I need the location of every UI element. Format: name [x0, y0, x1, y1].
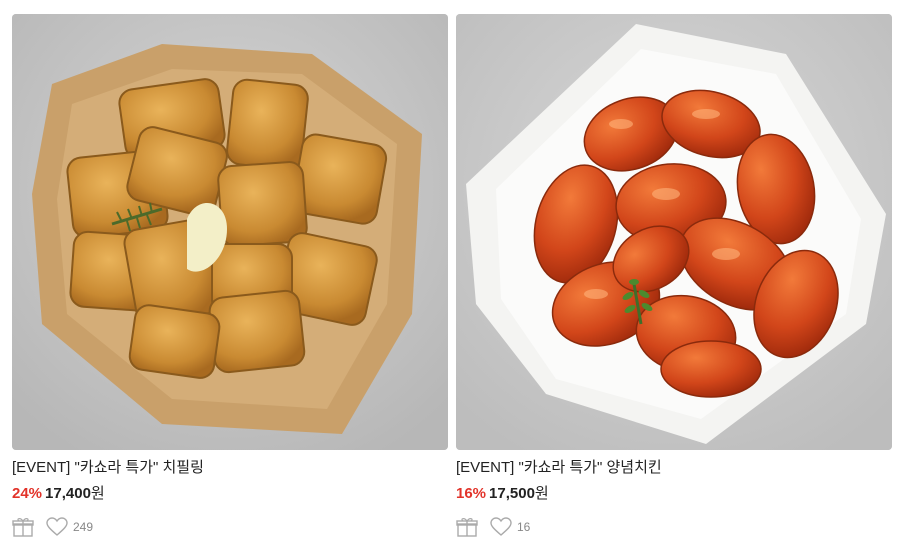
discount-rate: 24% [12, 485, 43, 502]
price-value: 17,500 [489, 485, 535, 502]
price-row: 24% 17,400원 [12, 484, 105, 504]
price-row: 16% 17,500원 [456, 484, 549, 504]
heart-icon[interactable] [46, 517, 68, 537]
product-actions: 249 [12, 516, 93, 538]
like-count: 16 [517, 520, 531, 534]
product-image[interactable] [12, 14, 448, 450]
product-title[interactable]: [EVENT] "카쇼라 특가" 치필링 [12, 459, 204, 477]
heart-icon[interactable] [490, 517, 512, 537]
price-currency: 원 [534, 485, 549, 502]
price-value: 17,400 [45, 485, 91, 502]
product-card[interactable]: [EVENT] "카쇼라 특가" 치필링 24% 17,400원 249 [12, 14, 448, 537]
product-card[interactable]: [EVENT] "카쇼라 특가" 양념치킨 16% 17,500원 16 [456, 14, 892, 537]
price-currency: 원 [90, 485, 105, 502]
fried-cheese-bites-image [12, 14, 448, 450]
like-count: 249 [73, 520, 94, 534]
gift-icon[interactable] [12, 517, 34, 537]
product-image[interactable] [456, 14, 892, 450]
seasoned-chicken-image [456, 14, 892, 450]
discount-rate: 16% [456, 485, 487, 502]
product-actions: 16 [456, 516, 530, 538]
product-grid: [EVENT] "카쇼라 특가" 치필링 24% 17,400원 249 [EV… [12, 14, 892, 537]
product-title[interactable]: [EVENT] "카쇼라 특가" 양념치킨 [456, 459, 662, 477]
gift-icon[interactable] [456, 517, 478, 537]
